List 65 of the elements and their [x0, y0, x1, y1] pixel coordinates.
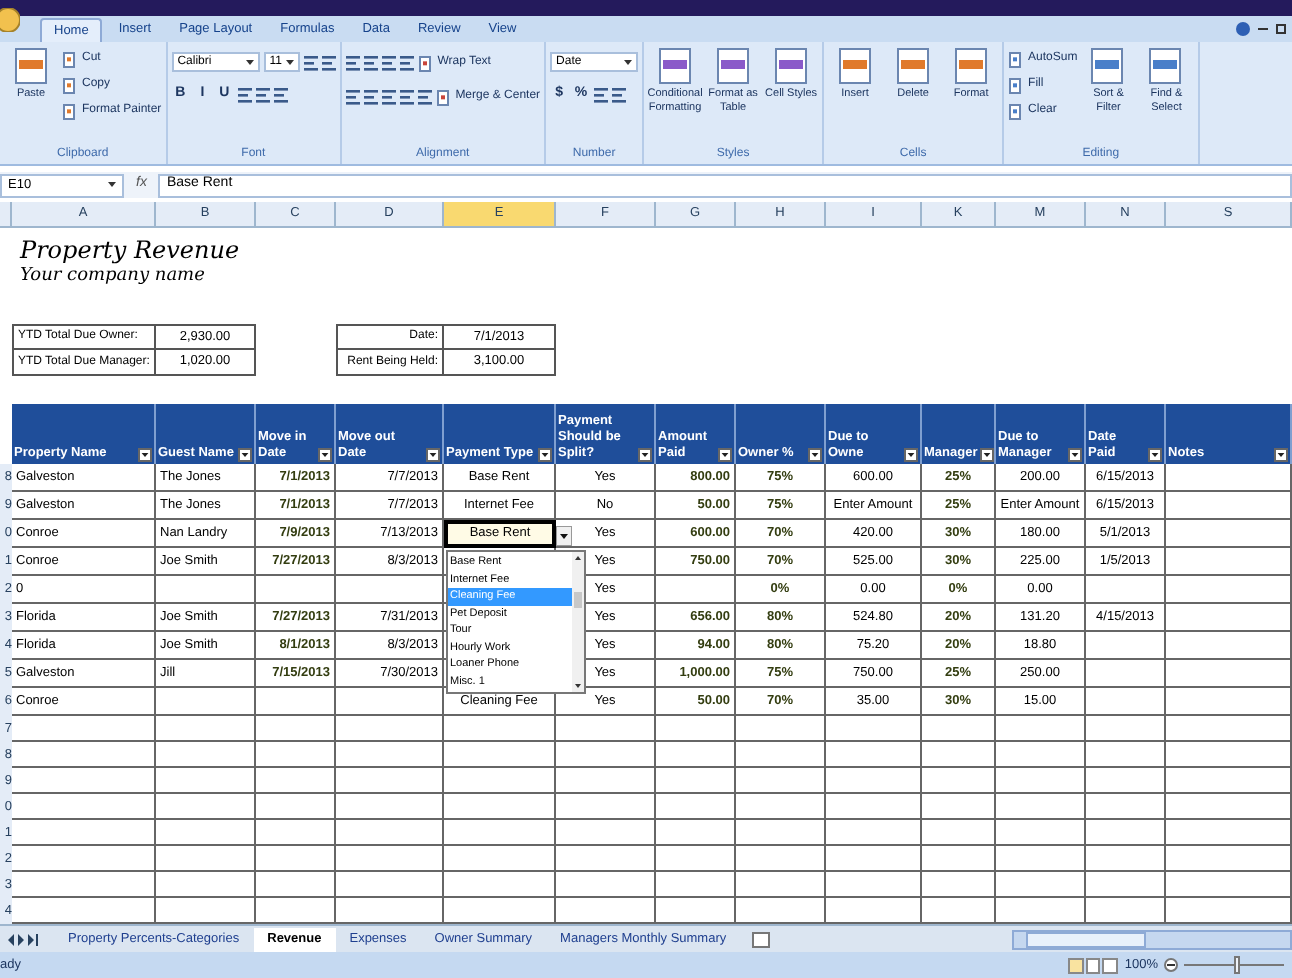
- lines-icon[interactable]: [255, 85, 270, 103]
- lines-icon[interactable]: [612, 85, 627, 103]
- lines-icon[interactable]: [321, 53, 336, 71]
- lines-icon[interactable]: [303, 53, 318, 71]
- lines-icon[interactable]: [399, 88, 414, 106]
- document-icon: [773, 48, 810, 84]
- document-icon: [1008, 103, 1025, 119]
- filter-button[interactable]: [1274, 448, 1288, 462]
- document-icon: [895, 48, 932, 84]
- filter-button[interactable]: [538, 448, 552, 462]
- caret-icon: [108, 182, 116, 188]
- document-icon: [435, 89, 452, 105]
- sheet-navigation-icon[interactable]: [8, 933, 38, 945]
- lines-icon[interactable]: [273, 85, 288, 103]
- document-icon: [13, 48, 49, 84]
- filter-button[interactable]: [1148, 448, 1162, 462]
- document-icon: [715, 48, 752, 84]
- filter-button[interactable]: [638, 448, 652, 462]
- sheet-subtitle: Your company name: [20, 264, 207, 288]
- lines-icon[interactable]: [399, 54, 414, 72]
- caret-icon: [245, 59, 254, 65]
- caret-icon: [624, 59, 633, 65]
- document-icon: [62, 103, 78, 119]
- office-button-icon[interactable]: [0, 8, 20, 32]
- document-icon: [953, 48, 990, 84]
- lines-icon[interactable]: [345, 88, 360, 106]
- lines-icon[interactable]: [381, 54, 396, 72]
- new-sheet-icon[interactable]: [752, 931, 771, 947]
- lines-icon[interactable]: [417, 88, 432, 106]
- document-icon: [1008, 77, 1025, 93]
- caret-icon: [285, 59, 294, 65]
- minimize-icon[interactable]: [1258, 22, 1268, 36]
- document-icon: [62, 77, 78, 93]
- slider-thumb[interactable]: [1234, 956, 1240, 974]
- help-icon[interactable]: [1236, 22, 1250, 36]
- sheet-title: Property Revenue: [20, 236, 242, 264]
- document-icon: [62, 51, 78, 67]
- document-icon: [1090, 48, 1127, 84]
- lines-icon[interactable]: [594, 85, 609, 103]
- filter-button[interactable]: [426, 448, 440, 462]
- document-icon: [657, 48, 694, 84]
- document-icon: [837, 48, 874, 84]
- lines-icon[interactable]: [381, 88, 396, 106]
- list-scrollbar[interactable]: [572, 552, 584, 692]
- lines-icon[interactable]: [363, 54, 378, 72]
- filter-button[interactable]: [1068, 448, 1082, 462]
- lines-icon[interactable]: [237, 85, 252, 103]
- filter-button[interactable]: [238, 448, 252, 462]
- zoom-out-icon[interactable]: [1164, 958, 1178, 972]
- restore-icon[interactable]: [1276, 22, 1286, 36]
- document-icon: [1148, 48, 1185, 84]
- dropdown-button[interactable]: [556, 526, 572, 546]
- horizontal-scrollbar[interactable]: [1012, 929, 1292, 949]
- filter-button[interactable]: [979, 448, 994, 462]
- document-icon: [1008, 51, 1025, 67]
- filter-button[interactable]: [718, 448, 732, 462]
- filter-button[interactable]: [808, 448, 822, 462]
- lines-icon[interactable]: [363, 88, 378, 106]
- filter-button[interactable]: [904, 448, 918, 462]
- document-icon: [417, 55, 434, 71]
- view-icon[interactable]: [1068, 957, 1119, 973]
- lines-icon[interactable]: [345, 54, 360, 72]
- scrollbar-thumb[interactable]: [1026, 931, 1146, 947]
- filter-button[interactable]: [138, 448, 152, 462]
- filter-button[interactable]: [318, 448, 332, 462]
